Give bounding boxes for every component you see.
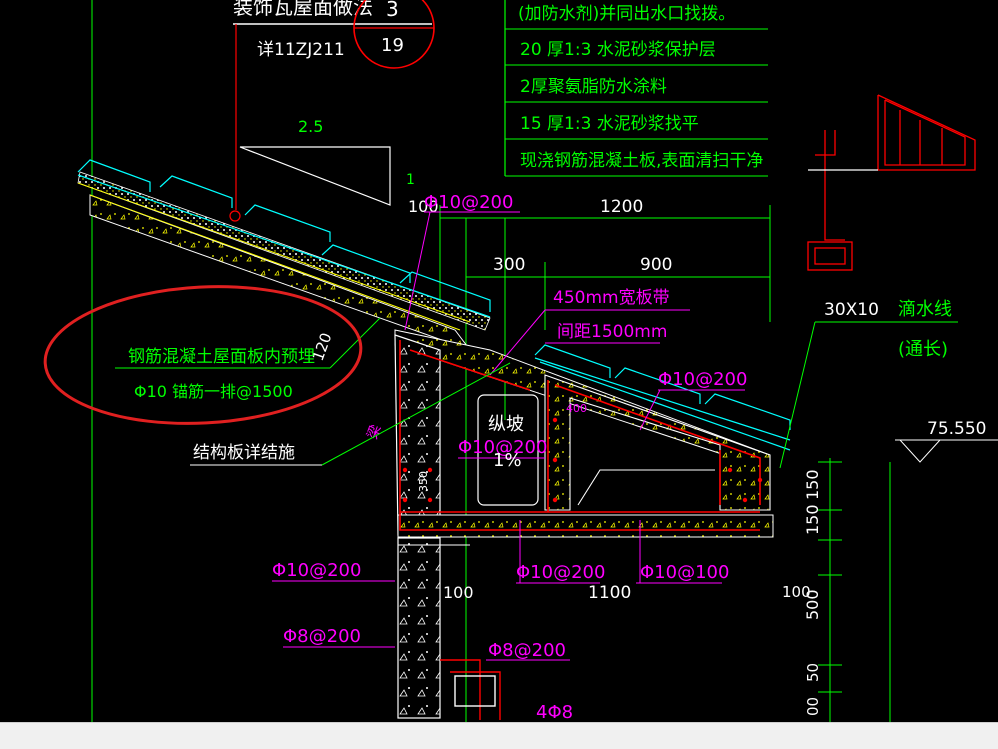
detail-title: 装饰瓦屋面做法: [233, 0, 373, 19]
wall-column: [394, 334, 441, 536]
gutter-sketch: [807, 94, 976, 271]
rebar-callout-8: Φ8@200: [488, 640, 566, 661]
detail-reference: 详11ZJ211: [257, 40, 345, 60]
drip-size: 30X10: [824, 300, 879, 320]
detail-title-block: 装饰瓦屋面做法 3 详11ZJ211 19: [233, 0, 435, 210]
slope-triangle: [239, 146, 391, 206]
dim-100b: 100: [443, 583, 474, 602]
spacing-label: 间距1500mm: [557, 322, 667, 342]
elevation-mark: 75.550: [889, 419, 998, 722]
gutter-inner: [577, 469, 715, 506]
floor-slab: [397, 514, 774, 538]
status-bar: [0, 722, 998, 749]
lower-wall: [397, 537, 441, 719]
dim-500: 500: [803, 589, 822, 620]
rebar-callout-1: Φ10@200: [424, 192, 513, 213]
dim-00: 00: [804, 697, 822, 716]
slope-run-label: 2.5: [298, 117, 323, 136]
detail-number: 3: [386, 0, 399, 21]
slope-rise-label: 1: [406, 172, 415, 188]
anchor-point: [229, 210, 241, 222]
slope-note: 纵坡: [488, 414, 524, 435]
dim-300: 300: [493, 255, 525, 275]
upper-roof-slab: [77, 159, 491, 352]
struct-note: 结构板详结施: [193, 443, 295, 463]
dim-900: 900: [640, 255, 672, 275]
gutter-beam-label: 450mm宽板带: [553, 288, 670, 308]
rebar-callout-7: Φ8@200: [283, 626, 361, 647]
slope-value: 1%: [493, 450, 522, 471]
dim-150b: 150: [803, 504, 822, 535]
rebar-callout-5: Φ10@200: [516, 562, 605, 583]
layer-text-0: (加防水剂)并同出水口找拨。: [518, 4, 735, 24]
layer-text-3: 15 厚1:3 水泥砂浆找平: [520, 114, 699, 134]
layer-text-1: 20 厚1:3 水泥砂浆保护层: [520, 40, 716, 60]
rebar-callout-2: Φ10@200: [658, 369, 747, 390]
cad-drawing-canvas[interactable]: 装饰瓦屋面做法 3 详11ZJ211 19 2.5 1 (加防水剂)并同出水口找…: [0, 0, 998, 748]
layer-text-2: 2厚聚氨脂防水涂料: [520, 77, 667, 97]
rebar-callout-6: Φ10@100: [640, 562, 729, 583]
embed-note-1: 钢筋混凝土屋面板内预埋: [128, 347, 315, 367]
dim-400: 400: [566, 402, 587, 415]
dim-150a: 150: [803, 469, 822, 500]
dim-50: 50: [804, 663, 822, 682]
layer-text-4: 现浇钢筋混凝土板,表面清扫干净: [520, 151, 763, 171]
beam-label: 梁: [365, 423, 385, 442]
embed-note-2: Φ10 锚筋一排@1500: [134, 382, 293, 401]
rebar-callout-4: Φ10@200: [272, 560, 361, 581]
layer-spec-table: (加防水剂)并同出水口找拨。 20 厚1:3 水泥砂浆保护层 2厚聚氨脂防水涂料…: [504, 0, 768, 177]
rebar-dots: [402, 417, 763, 503]
dim-1100: 1100: [588, 583, 631, 603]
dim-350: 350: [417, 471, 430, 492]
drip-name: 滴水线: [898, 299, 952, 320]
slope-indicator: 2.5 1: [239, 117, 415, 206]
rebar-callout-9: 4Φ8: [536, 702, 573, 723]
elevation-value: 75.550: [927, 419, 986, 439]
wall-section: [394, 334, 774, 720]
dim-1200: 1200: [600, 197, 643, 217]
floor-detail: [440, 659, 501, 720]
sheet-number: 19: [381, 35, 404, 56]
drip-note: (通长): [898, 339, 948, 360]
